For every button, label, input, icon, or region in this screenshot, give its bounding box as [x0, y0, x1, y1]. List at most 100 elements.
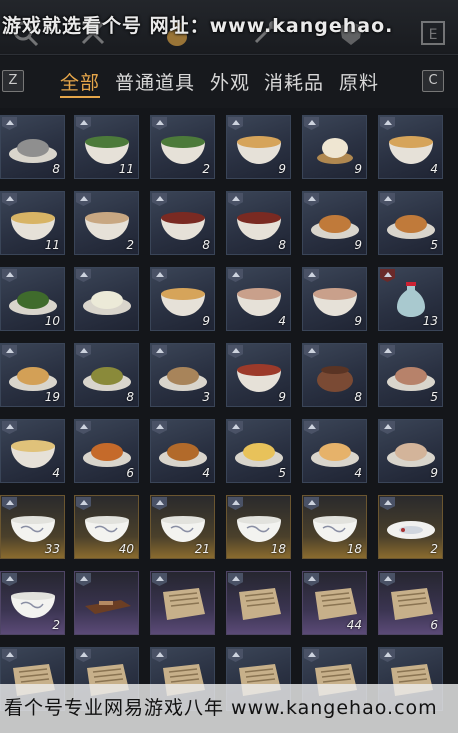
porcelain-bowl-icon: [85, 516, 129, 542]
item-count: 8: [354, 390, 362, 404]
inventory-slot[interactable]: 8: [226, 191, 291, 255]
porcelain-bowl-icon: [313, 516, 357, 542]
porcelain-bowl-icon: [161, 516, 205, 542]
inventory-slot[interactable]: 11: [0, 191, 65, 255]
inventory-slot[interactable]: 18: [302, 495, 367, 559]
plate-of-fish-icon: [9, 139, 57, 163]
item-count: 9: [278, 390, 286, 404]
recipe-scroll-icon: [239, 588, 281, 620]
recipe-scroll-icon: [391, 588, 433, 620]
quality-badge-icon: [152, 269, 167, 282]
watermark-bottom: 看个号专业网易游戏八年 www.kangehao.com: [0, 684, 458, 733]
inventory-slot[interactable]: 9: [150, 267, 215, 331]
inventory-slot[interactable]: 3: [150, 343, 215, 407]
tab-common-items[interactable]: 普通道具: [115, 68, 195, 95]
bowl-of-greens-icon: [161, 136, 205, 164]
item-count: 44: [346, 618, 362, 632]
inventory-slot[interactable]: 9: [378, 419, 443, 483]
inventory-slot[interactable]: 8: [74, 343, 139, 407]
inventory-slot[interactable]: 8: [302, 343, 367, 407]
quality-badge-icon: [228, 345, 243, 358]
inventory-slot[interactable]: 6: [378, 571, 443, 635]
item-count: 8: [126, 390, 134, 404]
quality-badge-icon: [2, 117, 17, 130]
inventory-slot[interactable]: 2: [0, 571, 65, 635]
item-count: 6: [126, 466, 134, 480]
inventory-slot[interactable]: 4: [150, 419, 215, 483]
quality-badge-icon: [152, 193, 167, 206]
item-count: 5: [430, 238, 438, 252]
item-count: 8: [52, 162, 60, 176]
tab-all[interactable]: 全部: [60, 68, 100, 95]
item-count: 4: [430, 162, 438, 176]
inventory-slot[interactable]: 13: [378, 267, 443, 331]
key-z-hint[interactable]: Z: [2, 70, 24, 92]
inventory-slot[interactable]: 5: [378, 343, 443, 407]
inventory-slot[interactable]: 4: [378, 115, 443, 179]
quality-badge-icon: [228, 497, 243, 510]
inventory-slot[interactable]: 21: [150, 495, 215, 559]
quality-badge-icon: [304, 497, 319, 510]
quality-badge-icon: [380, 649, 395, 662]
item-count: 21: [194, 542, 210, 556]
steamed-bun-icon: [317, 138, 353, 164]
inventory-slot[interactable]: 9: [302, 115, 367, 179]
inventory-slot[interactable]: 18: [226, 495, 291, 559]
inventory-slot[interactable]: 2: [74, 191, 139, 255]
inventory-slot[interactable]: 6: [74, 419, 139, 483]
item-count: 19: [44, 390, 60, 404]
quality-badge-icon: [228, 193, 243, 206]
quality-badge-icon: [76, 649, 91, 662]
plate-of-chicken-icon: [159, 443, 207, 467]
item-count: 3: [202, 390, 210, 404]
quality-badge-icon: [152, 117, 167, 130]
inventory-slot[interactable]: 2: [150, 115, 215, 179]
tab-appearance[interactable]: 外观: [210, 68, 250, 95]
inventory-slot[interactable]: 10: [0, 267, 65, 331]
bowl-of-soup-icon: [161, 288, 205, 316]
category-tabs: Z 全部 普通道具 外观 消耗品 原料 C: [0, 56, 458, 108]
key-c-hint[interactable]: C: [422, 70, 444, 92]
bowl-of-broth-icon: [237, 212, 281, 240]
quality-badge-icon: [304, 573, 319, 586]
inventory-slot[interactable]: 9: [226, 343, 291, 407]
tab-consumables[interactable]: 消耗品: [264, 68, 324, 95]
inventory-slot[interactable]: 9: [226, 115, 291, 179]
inventory-slot[interactable]: 33: [0, 495, 65, 559]
inventory-slot[interactable]: 5: [226, 419, 291, 483]
inventory-slot[interactable]: [74, 571, 139, 635]
quality-badge-icon: [2, 421, 17, 434]
quality-badge-icon: [152, 345, 167, 358]
inventory-slot[interactable]: 8: [0, 115, 65, 179]
quality-badge-icon: [380, 573, 395, 586]
bowl-of-rice-icon: [85, 212, 129, 240]
quality-badge-icon: [304, 345, 319, 358]
inventory-slot[interactable]: [150, 571, 215, 635]
quality-badge-icon: [380, 421, 395, 434]
inventory-slot[interactable]: 40: [74, 495, 139, 559]
quality-badge-icon: [2, 497, 17, 510]
inventory-slot[interactable]: [74, 267, 139, 331]
plate-of-dish-icon: [311, 215, 359, 239]
inventory-slot[interactable]: 19: [0, 343, 65, 407]
item-count: 18: [270, 542, 286, 556]
item-count: 13: [422, 314, 438, 328]
inventory-slot[interactable]: 11: [74, 115, 139, 179]
tab-materials[interactable]: 原料: [339, 68, 379, 95]
quality-badge-icon: [2, 269, 17, 282]
recipe-scroll-icon: [163, 588, 205, 620]
inventory-slot[interactable]: 2: [378, 495, 443, 559]
inventory-slot[interactable]: 9: [302, 267, 367, 331]
inventory-slot[interactable]: 4: [302, 419, 367, 483]
item-count: 2: [202, 162, 210, 176]
inventory-slot[interactable]: 9: [302, 191, 367, 255]
inventory-slot[interactable]: 44: [302, 571, 367, 635]
inventory-slot[interactable]: [226, 571, 291, 635]
inventory-slot[interactable]: 4: [226, 267, 291, 331]
inventory-slot[interactable]: 8: [150, 191, 215, 255]
item-count: 11: [44, 238, 60, 252]
quality-badge-icon: [304, 421, 319, 434]
inventory-slot[interactable]: 5: [378, 191, 443, 255]
bowl-of-soup-icon: [389, 136, 433, 164]
inventory-slot[interactable]: 4: [0, 419, 65, 483]
